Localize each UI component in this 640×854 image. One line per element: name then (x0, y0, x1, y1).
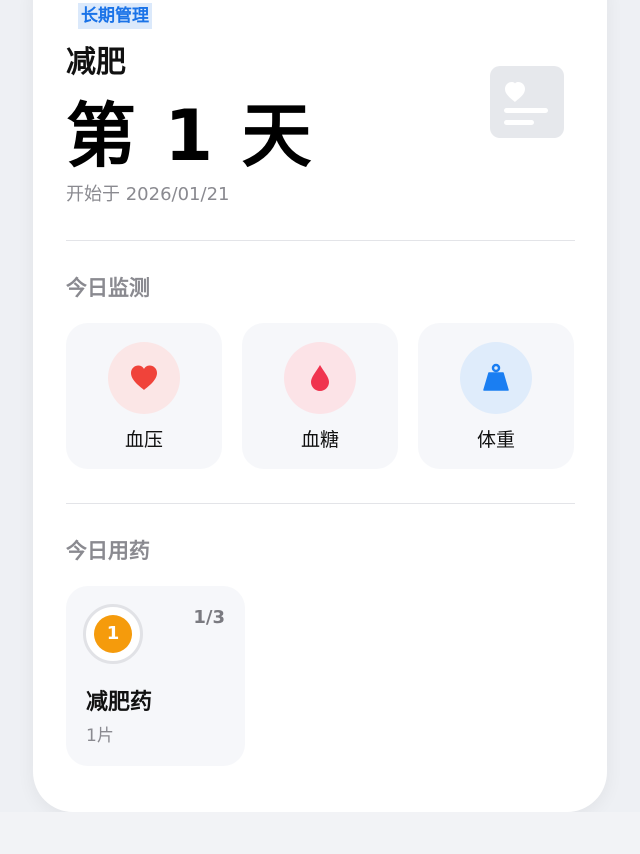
page: 长期管理 减肥 第 1 天 开始于 2026/01/21 今日监测 血压 血糖 (0, 0, 640, 854)
plan-goal: 减肥 (66, 45, 126, 80)
medication-index-badge: 1 (94, 615, 132, 653)
monitor-weight[interactable]: 体重 (418, 323, 574, 469)
dose-progress-ring: 1 (83, 604, 143, 664)
monitor-label: 血压 (124, 429, 163, 451)
divider (66, 240, 575, 241)
monitor-blood-pressure[interactable]: 血压 (66, 323, 222, 469)
weight-scale-icon (483, 363, 509, 391)
monitor-blood-sugar[interactable]: 血糖 (242, 323, 398, 469)
monitor-label: 血糖 (300, 429, 339, 451)
divider (66, 503, 575, 504)
heart-icon-circle (108, 342, 180, 414)
weight-scale-icon-circle (460, 342, 532, 414)
health-record-icon[interactable] (490, 66, 564, 138)
plan-day-counter: 第 1 天 (66, 95, 314, 177)
plan-start-date: 开始于 2026/01/21 (66, 184, 230, 205)
monitoring-section-title: 今日监测 (66, 276, 150, 300)
blood-drop-icon (311, 365, 329, 391)
bottom-area (0, 812, 640, 854)
blood-drop-icon-circle (284, 342, 356, 414)
monitor-label: 体重 (476, 429, 515, 451)
heart-icon (131, 365, 157, 390)
medication-dose: 1片 (86, 726, 114, 746)
medication-section-title: 今日用药 (66, 539, 150, 563)
plan-type-tag: 长期管理 (78, 3, 152, 29)
medication-name: 减肥药 (86, 690, 153, 715)
medication-card[interactable]: 1 1/3 减肥药 1片 (66, 586, 245, 766)
medication-progress: 1/3 (193, 607, 225, 628)
